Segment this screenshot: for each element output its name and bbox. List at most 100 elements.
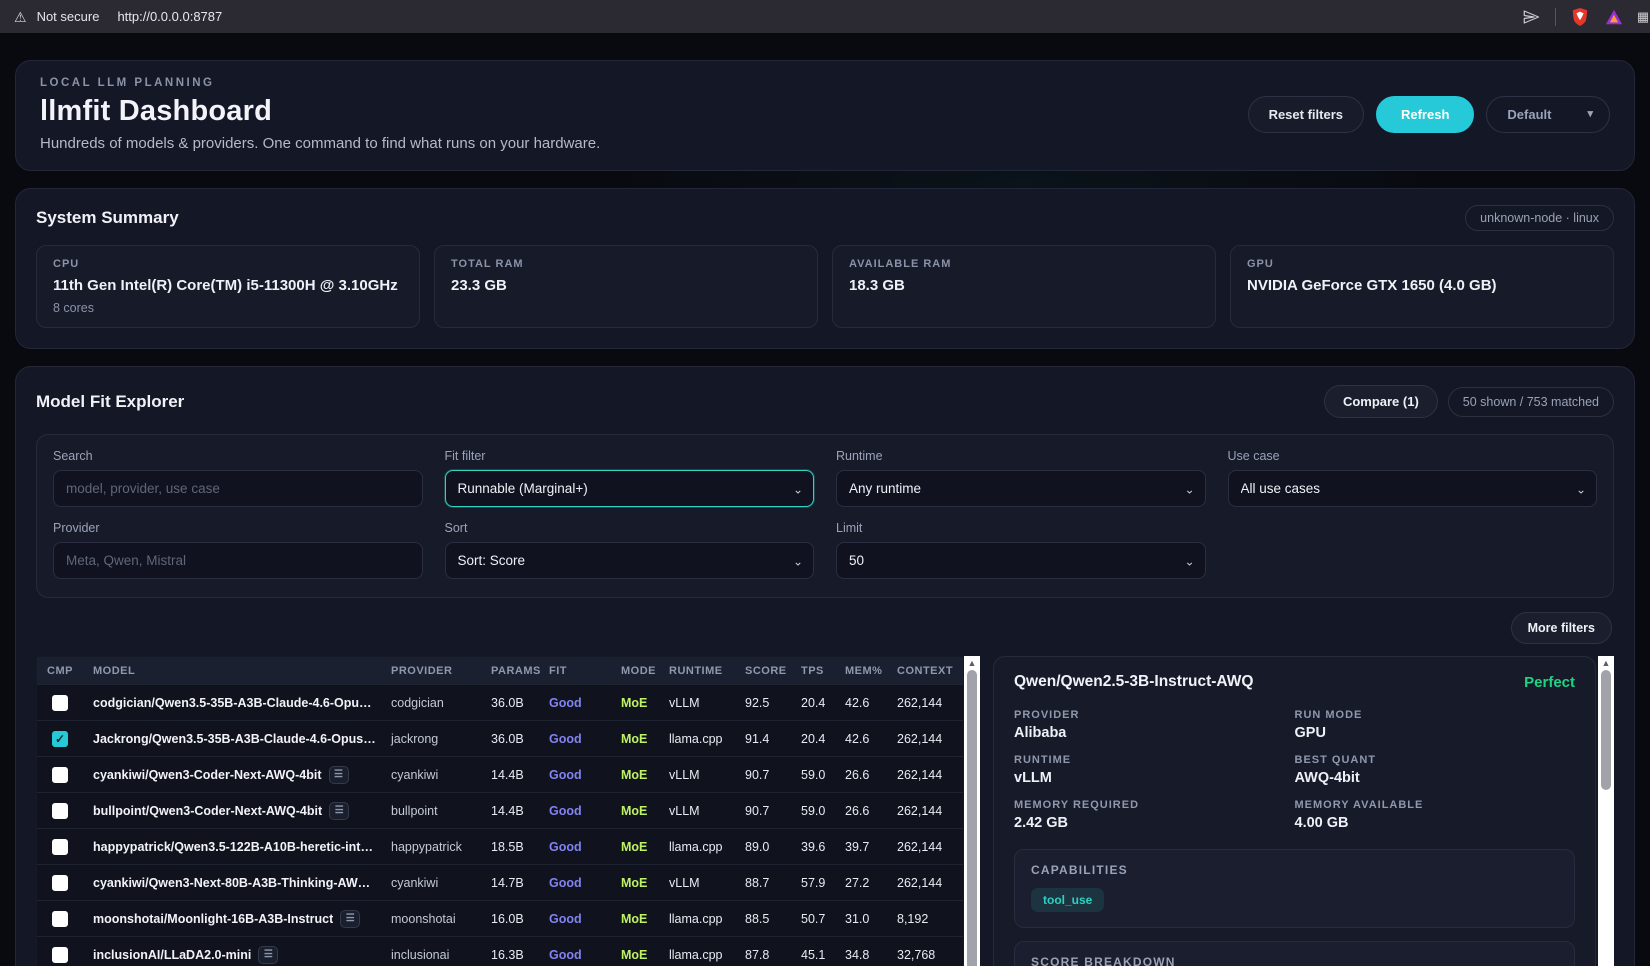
model-note-icon[interactable]: ☰ [258, 946, 278, 964]
score-cell: 90.7 [735, 768, 791, 782]
score-cell: 90.7 [735, 804, 791, 818]
detail-meta-run-mode: RUN MODE GPU [1295, 709, 1576, 741]
model-name-cell[interactable]: moonshotai/Moonlight-16B-A3B-Instruct☰ [83, 910, 381, 928]
stat-card-cpu: CPU 11th Gen Intel(R) Core(TM) i5-11300H… [36, 245, 420, 328]
table-row[interactable]: Jackrong/Qwen3.5-35B-A3B-Claude-4.6-Opus… [37, 720, 963, 756]
mode-cell: MoE [611, 840, 659, 854]
column-header[interactable]: PARAMS [481, 665, 539, 677]
table-scrollbar-thumb[interactable] [967, 670, 977, 966]
stat-value: 11th Gen Intel(R) Core(TM) i5-11300H @ 3… [53, 277, 403, 294]
table-row[interactable]: cyankiwi/Qwen3-Coder-Next-AWQ-4bit☰cyank… [37, 756, 963, 792]
limit-select[interactable]: 50 [836, 542, 1206, 579]
use-case-select[interactable]: All use cases [1228, 470, 1598, 507]
column-header[interactable]: CONTEXT [887, 665, 963, 677]
provider-cell: bullpoint [381, 804, 481, 818]
model-note-icon[interactable]: ☰ [340, 910, 360, 928]
mode-cell: MoE [611, 948, 659, 962]
compare-checkbox[interactable] [52, 803, 68, 819]
table-row[interactable]: moonshotai/Moonlight-16B-A3B-Instruct☰mo… [37, 900, 963, 936]
model-name-cell[interactable]: Jackrong/Qwen3.5-35B-A3B-Claude-4.6-Opus… [83, 732, 381, 746]
model-note-icon[interactable]: ☰ [329, 766, 349, 784]
fit-cell: Good [539, 876, 611, 890]
column-header[interactable]: MODEL [83, 665, 381, 677]
table-row[interactable]: cyankiwi/Qwen3-Next-80B-A3B-Thinking-AW…… [37, 864, 963, 900]
model-table: CMPMODELPROVIDERPARAMSFITMODERUNTIMESCOR… [36, 656, 964, 966]
brave-rewards-icon[interactable] [1604, 7, 1624, 27]
model-name-cell[interactable]: cyankiwi/Qwen3-Coder-Next-AWQ-4bit☰ [83, 766, 381, 784]
tps-cell: 57.9 [791, 876, 835, 890]
column-header[interactable]: SCORE [735, 665, 791, 677]
table-row[interactable]: codgician/Qwen3.5-35B-A3B-Claude-4.6-Opu… [37, 684, 963, 720]
stat-label: AVAILABLE RAM [849, 258, 1199, 270]
model-note-icon[interactable]: ☰ [329, 802, 349, 820]
provider-cell: inclusionai [381, 948, 481, 962]
column-header[interactable]: CMP [37, 665, 83, 677]
model-name-cell[interactable]: cyankiwi/Qwen3-Next-80B-A3B-Thinking-AW… [83, 876, 381, 890]
column-header[interactable]: FIT [539, 665, 611, 677]
stat-card-total-ram: TOTAL RAM 23.3 GB [434, 245, 818, 328]
model-name-cell[interactable]: bullpoint/Qwen3-Coder-Next-AWQ-4bit☰ [83, 802, 381, 820]
scroll-up-icon[interactable]: ▲ [968, 656, 977, 670]
more-filters-button[interactable]: More filters [1511, 612, 1612, 644]
stat-value: 18.3 GB [849, 277, 1199, 294]
provider-input[interactable] [53, 542, 423, 579]
security-label: Not secure [37, 9, 100, 24]
table-row[interactable]: inclusionAI/LLaDA2.0-mini☰inclusionai16.… [37, 936, 963, 966]
params-cell: 16.0B [481, 912, 539, 926]
not-secure-warning-icon: ⚠ [14, 10, 27, 24]
column-header[interactable]: MODE [611, 665, 659, 677]
column-header[interactable]: MEM% [835, 665, 887, 677]
mem-cell: 34.8 [835, 948, 887, 962]
detail-scrollbar-thumb[interactable] [1601, 670, 1611, 790]
table-row[interactable]: bullpoint/Qwen3-Coder-Next-AWQ-4bit☰bull… [37, 792, 963, 828]
detail-scrollbar[interactable]: ▲ [1598, 656, 1614, 966]
fit-filter-select[interactable]: Runnable (Marginal+) [445, 470, 815, 507]
mode-cell: MoE [611, 696, 659, 710]
compare-checkbox[interactable] [52, 767, 68, 783]
compare-checkbox[interactable] [52, 911, 68, 927]
compare-button[interactable]: Compare (1) [1324, 385, 1438, 418]
column-header[interactable]: RUNTIME [659, 665, 735, 677]
fit-cell: Good [539, 804, 611, 818]
runtime-cell: llama.cpp [659, 912, 735, 926]
provider-label: Provider [53, 521, 423, 535]
mode-cell: MoE [611, 768, 659, 782]
reset-filters-button[interactable]: Reset filters [1248, 96, 1364, 133]
compare-checkbox[interactable] [52, 875, 68, 891]
browser-address-bar[interactable]: ⚠ Not secure http://0.0.0.0:8787 ▦ [0, 0, 1650, 33]
share-icon[interactable] [1521, 7, 1541, 27]
column-header[interactable]: TPS [791, 665, 835, 677]
capability-chip: tool_use [1031, 888, 1104, 912]
params-cell: 18.5B [481, 840, 539, 854]
table-scrollbar[interactable]: ▲ [964, 656, 980, 966]
detail-meta-memory-available: MEMORY AVAILABLE 4.00 GB [1295, 799, 1576, 831]
mem-cell: 42.6 [835, 732, 887, 746]
tps-cell: 20.4 [791, 696, 835, 710]
runtime-select[interactable]: Any runtime [836, 470, 1206, 507]
fit-cell: Good [539, 912, 611, 926]
model-name-cell[interactable]: inclusionAI/LLaDA2.0-mini☰ [83, 946, 381, 964]
runtime-cell: llama.cpp [659, 840, 735, 854]
compare-checkbox[interactable] [52, 947, 68, 963]
compare-checkbox[interactable] [52, 731, 68, 747]
mode-cell: MoE [611, 912, 659, 926]
tps-cell: 20.4 [791, 732, 835, 746]
model-name-cell[interactable]: codgician/Qwen3.5-35B-A3B-Claude-4.6-Opu… [83, 696, 381, 710]
model-name-cell[interactable]: happypatrick/Qwen3.5-122B-A10B-heretic-i… [83, 840, 381, 854]
profile-select[interactable]: Default ▾ [1486, 96, 1610, 133]
search-input[interactable] [53, 470, 423, 507]
brave-shield-icon[interactable] [1570, 7, 1590, 27]
scroll-up-icon[interactable]: ▲ [1602, 656, 1611, 670]
compare-checkbox[interactable] [52, 839, 68, 855]
compare-checkbox[interactable] [52, 695, 68, 711]
refresh-button[interactable]: Refresh [1376, 96, 1474, 133]
score-cell: 88.5 [735, 912, 791, 926]
table-row[interactable]: happypatrick/Qwen3.5-122B-A10B-heretic-i… [37, 828, 963, 864]
column-header[interactable]: PROVIDER [381, 665, 481, 677]
url-text[interactable]: http://0.0.0.0:8787 [117, 9, 222, 24]
detail-meta-memory-required: MEMORY REQUIRED 2.42 GB [1014, 799, 1295, 831]
sort-select[interactable]: Sort: Score [445, 542, 815, 579]
extensions-icon[interactable]: ▦ [1638, 7, 1648, 27]
mem-cell: 42.6 [835, 696, 887, 710]
stat-card-available-ram: AVAILABLE RAM 18.3 GB [832, 245, 1216, 328]
